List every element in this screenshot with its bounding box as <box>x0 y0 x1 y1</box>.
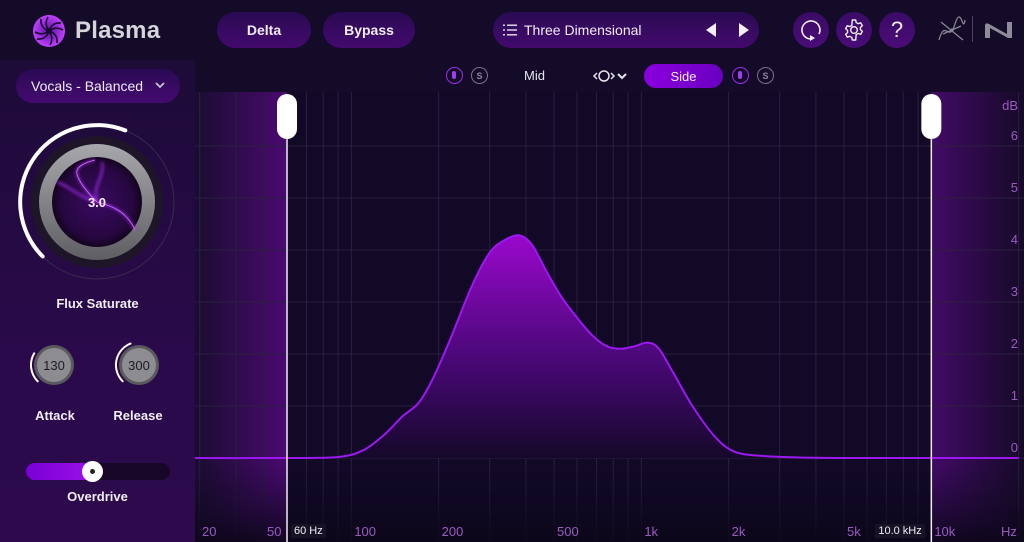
x-unit-label: Hz <box>1001 524 1017 539</box>
y-tick-label: 2 <box>1011 336 1018 351</box>
next-preset-icon[interactable] <box>739 23 749 37</box>
gear-icon <box>844 19 864 41</box>
delta-button[interactable]: Delta <box>217 12 311 48</box>
high-cutoff-handle-grip[interactable] <box>921 94 942 139</box>
brand-divider <box>972 16 973 42</box>
flux-saturate-value: 3.0 <box>88 195 106 210</box>
attack-knob[interactable]: 130 <box>28 340 78 390</box>
y-tick-label: 6 <box>1011 128 1018 143</box>
list-icon[interactable] <box>503 24 517 36</box>
native-instruments-logo <box>985 22 1012 38</box>
x-tick-label: 10k <box>934 524 955 539</box>
help-button[interactable]: ? <box>879 12 915 48</box>
app-logo: Plasma <box>32 14 160 48</box>
mid-side-selector: S Mid Side S <box>195 60 1024 92</box>
attack-label: Attack <box>35 408 75 423</box>
x-tick-label: 20 <box>202 524 216 539</box>
app-name: Plasma <box>75 17 161 44</box>
release-label: Release <box>113 408 163 423</box>
low-cutoff-handle-grip[interactable] <box>277 94 297 139</box>
plasma-plugin-window: Plasma Delta Bypass Three Dimensional ? … <box>0 0 1024 542</box>
y-tick-label: 3 <box>1011 284 1018 299</box>
x-tick-label: 200 <box>442 524 464 539</box>
x-tick-label: 500 <box>557 524 579 539</box>
overdrive-slider[interactable] <box>26 461 170 482</box>
side-solo-button[interactable]: S <box>757 67 774 84</box>
y-unit-label: dB <box>1002 98 1018 113</box>
side-mute-button[interactable] <box>732 67 749 84</box>
low-cutoff-readout: 60 Hz <box>291 524 326 538</box>
izotope-logo <box>938 16 966 41</box>
bypass-button[interactable]: Bypass <box>323 12 415 48</box>
y-tick-label: 5 <box>1011 180 1018 195</box>
mode-preset-dropdown[interactable]: Vocals - Balanced <box>16 69 180 103</box>
flux-saturate-label: Flux Saturate <box>56 296 139 311</box>
undo-history-button[interactable] <box>793 12 829 48</box>
attack-value: 130 <box>43 358 65 373</box>
controls-sidebar: Vocals - Balanced 3.0 Flux Saturate 130 … <box>0 60 195 542</box>
saturation-curve-display[interactable]: 20 50 100 200 500 1k 2k 5k 10k Hz 0 1 2 3 4 5 6 dB 60 Hz… <box>195 92 1024 542</box>
plasma-swirl-icon <box>33 15 65 47</box>
x-tick-label: 5k <box>847 524 861 539</box>
release-knob[interactable]: 300 <box>113 340 163 390</box>
y-tick-label: 1 <box>1011 388 1018 403</box>
overdrive-slider-thumb[interactable] <box>82 461 104 482</box>
mid-solo-button[interactable]: S <box>471 67 488 84</box>
preset-name[interactable]: Three Dimensional <box>524 22 642 38</box>
overdrive-label: Overdrive <box>67 489 128 504</box>
settings-button[interactable] <box>836 12 872 48</box>
release-value: 300 <box>128 358 150 373</box>
x-tick-label: 2k <box>732 524 746 539</box>
side-tab[interactable]: Side <box>644 64 723 88</box>
top-bar: Plasma Delta Bypass Three Dimensional ? <box>0 0 1024 60</box>
curve-chart[interactable]: 20 50 100 200 500 1k 2k 5k 10k Hz 0 1 2 3 4 5 6 dB <box>195 92 1024 542</box>
x-tick-label: 100 <box>354 524 376 539</box>
chevron-down-icon <box>155 82 165 89</box>
prev-preset-icon[interactable] <box>706 23 716 37</box>
mid-mute-button[interactable] <box>446 67 463 84</box>
y-tick-label: 0 <box>1011 440 1018 455</box>
preset-browser-bar[interactable]: Three Dimensional <box>493 12 759 48</box>
undo-history-icon <box>801 20 821 41</box>
flux-saturate-knob[interactable]: 3.0 <box>17 122 177 282</box>
x-tick-label: 1k <box>644 524 658 539</box>
y-tick-label: 4 <box>1011 232 1018 247</box>
mid-tab[interactable]: Mid <box>524 68 545 83</box>
mode-preset-value: Vocals - Balanced <box>31 78 144 94</box>
stereo-link-icon[interactable] <box>592 67 632 85</box>
high-cutoff-readout: 10.0 kHz <box>875 524 925 538</box>
help-icon: ? <box>890 17 904 42</box>
x-tick-label: 50 <box>267 524 281 539</box>
